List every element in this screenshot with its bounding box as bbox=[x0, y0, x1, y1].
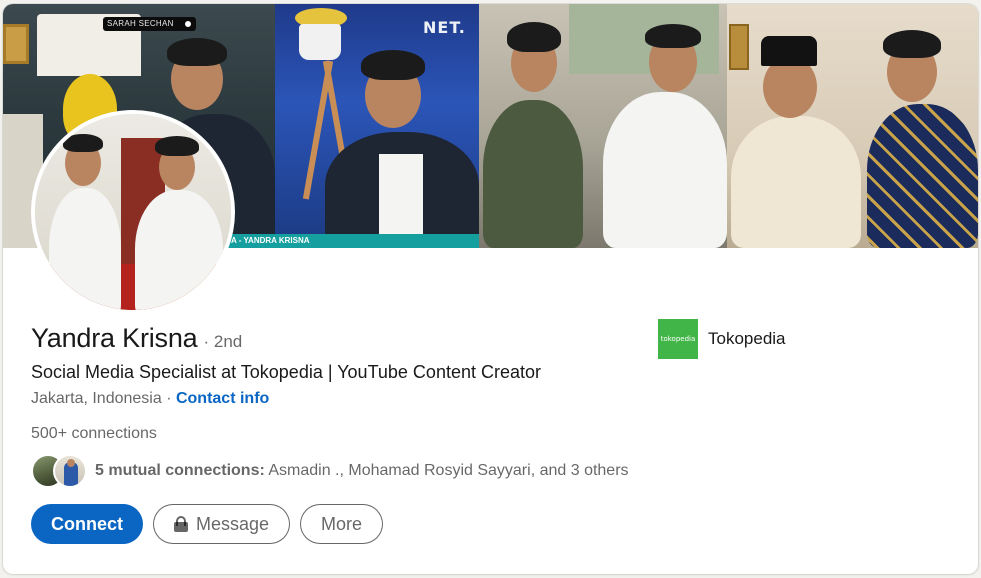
profile-actions: Connect Message More bbox=[31, 504, 384, 544]
profile-card: SARAH SECHAN NET. A - YANDRA KRISNA Yand… bbox=[3, 4, 978, 574]
name-row: Yandra Krisna · 2nd bbox=[31, 323, 242, 354]
location-separator: · bbox=[161, 390, 176, 407]
mutual-connections-text[interactable]: 5 mutual connections: Asmadin ., Mohamad… bbox=[95, 462, 629, 480]
profile-avatar[interactable] bbox=[31, 110, 235, 314]
mutual-connections-names: Asmadin ., Mohamad Rosyid Sayyari, and 3… bbox=[264, 462, 629, 479]
profile-name: Yandra Krisna bbox=[31, 323, 198, 353]
current-company[interactable]: tokopedia Tokopedia bbox=[658, 319, 786, 359]
cover-panel-formal-photo bbox=[727, 4, 978, 248]
contact-info-link[interactable]: Contact info bbox=[176, 390, 269, 407]
company-name: Tokopedia bbox=[708, 329, 786, 348]
connect-button-label: Connect bbox=[51, 513, 123, 534]
cover-panel-studio bbox=[275, 4, 479, 248]
mutual-avatar bbox=[53, 454, 87, 488]
mutual-connections-count: 5 mutual connections: bbox=[95, 462, 265, 479]
profile-headline: Social Media Specialist at Tokopedia | Y… bbox=[31, 362, 541, 382]
more-button-label: More bbox=[321, 513, 363, 534]
mutual-connections[interactable]: 5 mutual connections: Asmadin ., Mohamad… bbox=[31, 454, 629, 488]
tv-show-tag: SARAH SECHAN bbox=[103, 17, 196, 31]
company-logo: tokopedia bbox=[658, 319, 698, 359]
tv-show-tag-label: SARAH SECHAN bbox=[107, 19, 174, 28]
network-logo: NET. bbox=[423, 18, 466, 37]
message-button-label: Message bbox=[196, 513, 270, 534]
lock-icon bbox=[174, 516, 188, 532]
message-button[interactable]: Message bbox=[153, 504, 291, 544]
connection-degree: · 2nd bbox=[203, 332, 243, 351]
location-row: Jakarta, Indonesia · Contact info bbox=[31, 390, 269, 408]
connections-count: 500+ connections bbox=[31, 425, 157, 442]
connect-button[interactable]: Connect bbox=[31, 504, 143, 544]
more-button[interactable]: More bbox=[300, 504, 384, 544]
cover-panel-group-photo bbox=[479, 4, 727, 248]
tv-record-dot-icon bbox=[184, 21, 191, 27]
tv-lower-third: A - YANDRA KRISNA bbox=[225, 234, 479, 248]
profile-location: Jakarta, Indonesia bbox=[31, 390, 162, 407]
